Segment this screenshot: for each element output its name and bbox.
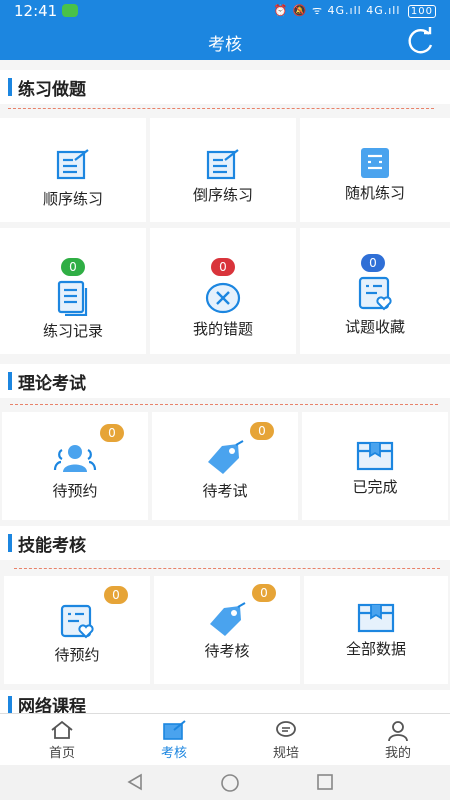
tile-sequential-practice[interactable]: 顺序练习 (0, 118, 146, 222)
tile-label: 倒序练习 (192, 186, 253, 204)
wechat-icon (62, 4, 78, 17)
tile-label: 顺序练习 (42, 190, 103, 208)
section-accent-bar (8, 372, 12, 390)
favorite-doc-icon (60, 604, 94, 639)
edit-doc-icon (206, 149, 239, 180)
count-badge: 0 (104, 586, 128, 604)
count-badge: 0 (211, 258, 235, 276)
error-circle-icon (205, 282, 241, 314)
nav-item-exam[interactable]: 考核 (118, 714, 230, 766)
system-nav-bar (0, 765, 450, 800)
tile-label: 待预约 (54, 646, 100, 664)
section-skill-header: 技能考核 (0, 526, 450, 560)
status-indicator-icons: ⏰ 🔕 ᯤ 4G.ıll 4G.ıll (273, 4, 401, 17)
refresh-button[interactable] (402, 24, 438, 58)
chat-icon (276, 721, 296, 737)
user-icon (388, 721, 408, 742)
tile-skill-pending-assessment[interactable]: 0 待考核 (154, 576, 300, 684)
back-icon[interactable] (126, 773, 144, 791)
section-practice-header: 练习做题 (0, 70, 450, 104)
section-accent-bar (8, 534, 12, 552)
section-theory-header: 理论考试 (0, 364, 450, 398)
tile-label: 全部数据 (345, 640, 406, 658)
recents-icon[interactable] (316, 773, 334, 791)
count-badge: 0 (100, 424, 124, 442)
tag-icon (210, 602, 246, 636)
refresh-icon (408, 27, 433, 54)
tile-theory-pending-booking[interactable]: 0 待预约 (2, 412, 148, 520)
tile-reverse-practice[interactable]: 倒序练习 (150, 118, 296, 222)
tile-random-practice[interactable]: 随机练习 (300, 118, 450, 222)
status-bar: 12:41 ⏰ 🔕 ᯤ 4G.ıll 4G.ıll 100 (0, 0, 450, 22)
tile-label: 我的错题 (192, 320, 253, 338)
tag-icon (208, 440, 244, 474)
tile-theory-completed[interactable]: 已完成 (302, 412, 448, 520)
nav-item-home[interactable]: 首页 (6, 714, 118, 766)
random-card-icon (361, 148, 389, 178)
count-badge: 0 (361, 254, 385, 272)
battery-icon: 100 (407, 5, 436, 18)
count-badge: 0 (250, 422, 274, 440)
section-accent-bar (8, 696, 12, 714)
nav-label: 规培 (272, 746, 299, 761)
tile-label: 试题收藏 (344, 318, 405, 336)
home-icon (51, 720, 73, 739)
tile-my-errors[interactable]: 0 我的错题 (150, 228, 296, 354)
section-online-header: 网络课程 (0, 690, 450, 714)
app-header: 考核 (0, 22, 450, 60)
home-circle-icon[interactable] (220, 773, 240, 793)
page-title: 考核 (208, 35, 242, 55)
box-icon (356, 441, 394, 471)
section-theory-title: 理论考试 (18, 374, 86, 394)
nav-label: 考核 (160, 746, 187, 761)
tile-theory-pending-exam[interactable]: 0 待考试 (152, 412, 298, 520)
edit-doc-icon (56, 149, 89, 180)
nav-item-training[interactable]: 规培 (230, 714, 342, 766)
nav-label: 我的 (384, 746, 411, 761)
tile-label: 待预约 (52, 482, 98, 500)
nav-item-mine[interactable]: 我的 (342, 714, 450, 766)
people-icon (53, 445, 97, 472)
exam-icon (163, 720, 186, 740)
section-practice-title: 练习做题 (18, 80, 86, 100)
tile-label: 练习记录 (42, 322, 103, 340)
tile-label: 待考试 (202, 482, 248, 500)
section-divider (14, 568, 440, 569)
tile-practice-record[interactable]: 0 练习记录 (0, 228, 146, 354)
count-badge: 0 (61, 258, 85, 276)
tile-question-favorites[interactable]: 0 试题收藏 (300, 228, 450, 354)
favorite-doc-icon (358, 276, 392, 311)
section-online-title: 网络课程 (18, 697, 86, 714)
tile-skill-all-data[interactable]: 全部数据 (304, 576, 448, 684)
section-skill-title: 技能考核 (18, 536, 86, 556)
tile-label: 待考核 (204, 642, 250, 660)
section-accent-bar (8, 78, 12, 96)
bottom-nav: 首页 考核 规培 我的 (0, 713, 450, 765)
record-stack-icon (57, 280, 88, 316)
box-icon (357, 603, 395, 633)
tile-skill-pending-booking[interactable]: 0 待预约 (4, 576, 150, 684)
tile-label: 随机练习 (344, 184, 405, 202)
status-time: 12:41 (14, 2, 58, 20)
count-badge: 0 (252, 584, 276, 602)
nav-label: 首页 (48, 746, 75, 761)
section-divider (8, 108, 434, 109)
tile-label: 已完成 (352, 478, 398, 496)
section-divider (10, 404, 438, 405)
status-indicators: ⏰ 🔕 ᯤ 4G.ıll 4G.ıll 100 (274, 3, 436, 18)
